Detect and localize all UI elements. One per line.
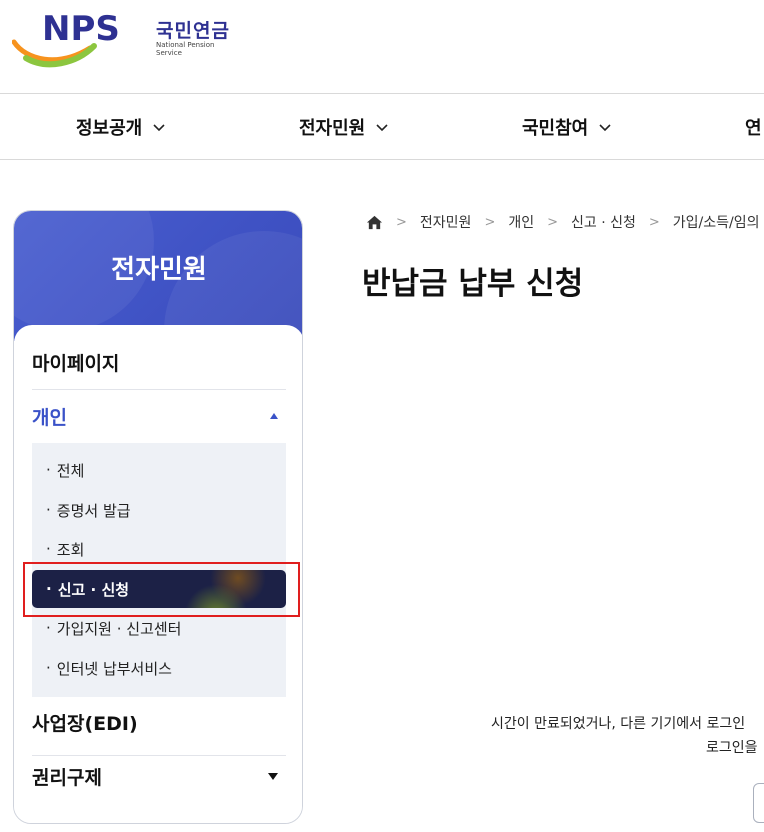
- breadcrumb: > 전자민원 > 개인 > 신고 · 신청 > 가입/소득/임의: [366, 211, 760, 233]
- breadcrumb-item[interactable]: 가입/소득/임의: [673, 212, 760, 232]
- nps-logo-mark: NPS: [11, 9, 120, 68]
- sidebar-item-edi[interactable]: 사업장(EDI): [32, 707, 286, 737]
- login-button[interactable]: [753, 783, 764, 823]
- sidebar-item-label: 권리구제: [32, 766, 102, 789]
- gnb-label: 국민참여: [522, 117, 589, 139]
- chevron-right-icon: >: [547, 214, 559, 230]
- breadcrumb-item[interactable]: 개인: [508, 212, 534, 232]
- chevron-right-icon: >: [648, 214, 660, 230]
- breadcrumb-item[interactable]: 신고 · 신청: [571, 212, 636, 232]
- home-icon[interactable]: [366, 214, 383, 231]
- bullet-icon: ·: [46, 619, 51, 637]
- sidebar-item-rights-relief[interactable]: 권리구제: [32, 761, 286, 791]
- collapse-arrow-icon: [270, 413, 278, 419]
- svg-text:NPS: NPS: [42, 9, 120, 49]
- sidebar-item-personal[interactable]: 개인: [32, 401, 286, 431]
- sidebar-title: 전자민원: [111, 255, 207, 285]
- logo-english-name: National Pension Service: [156, 41, 215, 57]
- sidebar-header: 전자민원: [14, 211, 302, 431]
- divider: [32, 755, 286, 756]
- submenu-item-internet-payment[interactable]: · 인터넷 납부서비스: [32, 649, 286, 687]
- bullet-icon: ·: [46, 659, 51, 677]
- submenu-item-label: 증명서 발급: [56, 501, 131, 520]
- chevron-right-icon: >: [484, 214, 496, 230]
- sidebar-item-label: 마이페이지: [32, 352, 120, 375]
- submenu-item-label: 전체: [56, 461, 85, 480]
- gnb-item-info[interactable]: 정보공개: [76, 94, 166, 159]
- sidebar: 전자민원 마이페이지 개인 · 전체 · 증명서 발급 · 조회 · 신고 · …: [13, 210, 303, 824]
- highlight-box: [23, 562, 300, 617]
- gnb-item-e-civil[interactable]: 전자민원: [299, 94, 389, 159]
- page-title: 반납금 납부 신청: [362, 266, 584, 302]
- sidebar-item-label: 개인: [32, 406, 67, 429]
- sidebar-item-mypage[interactable]: 마이페이지: [32, 347, 286, 377]
- bullet-icon: ·: [46, 461, 51, 479]
- gnb-label: 연: [745, 117, 762, 139]
- submenu-item-label: 가입지원 · 신고센터: [56, 619, 182, 638]
- bullet-icon: ·: [46, 540, 51, 558]
- logo-korean-name: 국민연금: [156, 20, 230, 42]
- gnb-item-participation[interactable]: 국민참여: [522, 94, 612, 159]
- chevron-down-icon: [153, 123, 165, 131]
- chevron-down-icon: [599, 123, 611, 131]
- divider: [32, 389, 286, 390]
- submenu-item-label: 인터넷 납부서비스: [56, 659, 172, 678]
- global-nav: 정보공개 전자민원 국민참여 연: [0, 93, 764, 160]
- gnb-label: 정보공개: [76, 117, 143, 139]
- login-prompt-message: 로그인을: [706, 740, 758, 756]
- submenu-item-all[interactable]: · 전체: [32, 451, 286, 489]
- breadcrumb-item[interactable]: 전자민원: [420, 212, 472, 232]
- nps-logo[interactable]: NPS 국민연금 National Pension Service: [11, 8, 242, 70]
- bullet-icon: ·: [46, 501, 51, 519]
- submenu-item-certificate[interactable]: · 증명서 발급: [32, 491, 286, 529]
- session-expired-message: 시간이 만료되었거나, 다른 기기에서 로그인: [491, 716, 746, 732]
- chevron-down-icon: [376, 123, 388, 131]
- sidebar-item-label: 사업장(EDI): [32, 712, 138, 735]
- submenu-item-label: 조회: [56, 540, 85, 559]
- gnb-label: 전자민원: [299, 117, 366, 139]
- gnb-item-partial[interactable]: 연: [745, 94, 762, 159]
- expand-arrow-icon: [268, 772, 278, 780]
- chevron-right-icon: >: [396, 214, 407, 230]
